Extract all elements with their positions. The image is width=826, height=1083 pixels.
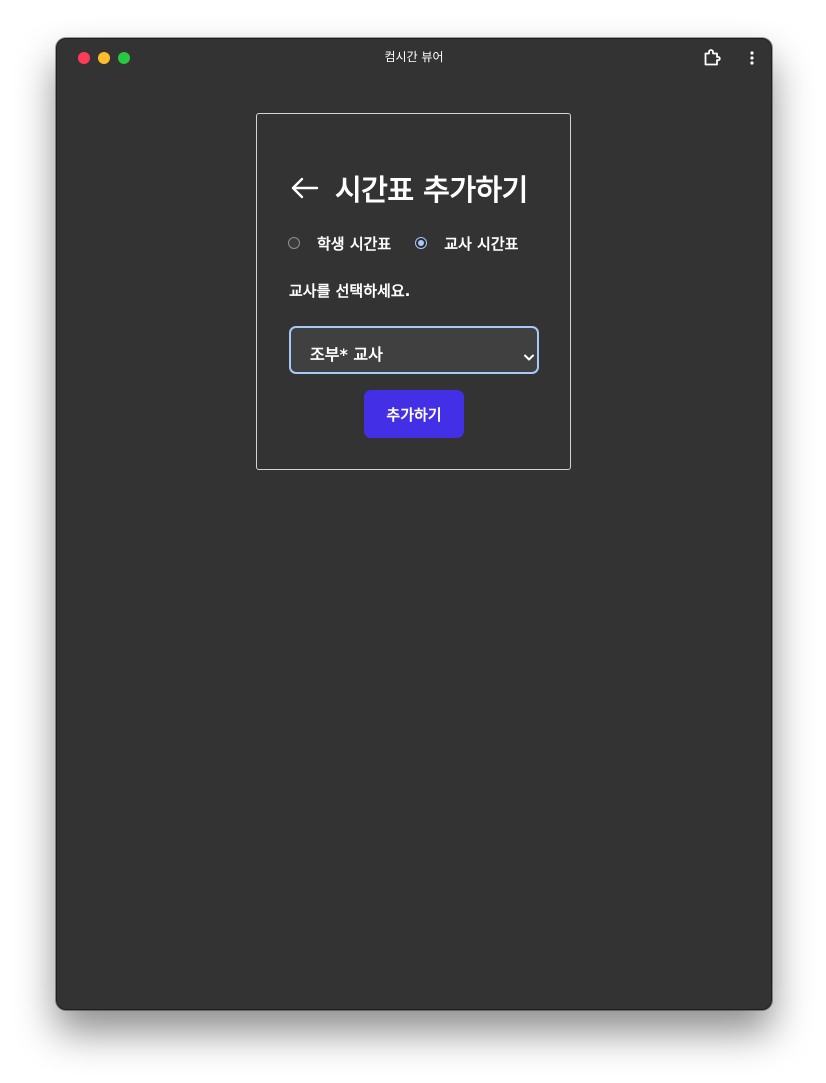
- radio-label: 교사 시간표: [444, 234, 519, 253]
- more-vertical-icon[interactable]: [745, 49, 759, 67]
- timetable-type-radio-group: 학생 시간표 교사 시간표: [288, 233, 518, 253]
- extension-puzzle-icon[interactable]: [702, 48, 722, 68]
- radio-label: 학생 시간표: [317, 234, 392, 253]
- add-timetable-card: 시간표 추가하기 학생 시간표 교사 시간표 교사를 선택하세요. 조부* 교사…: [256, 113, 571, 470]
- page-heading: 시간표 추가하기: [289, 168, 528, 208]
- add-timetable-button[interactable]: 추가하기: [364, 390, 464, 438]
- teacher-select-value: 조부* 교사: [310, 345, 383, 364]
- teacher-select[interactable]: 조부* 교사: [289, 326, 539, 374]
- radio-teacher-timetable[interactable]: 교사 시간표: [415, 233, 518, 254]
- app-window: 컴시간 뷰어 시간표 추가하기 학생 시간표 교사 시간표 교사를 선택하세요.…: [56, 38, 772, 1010]
- title-bar: 컴시간 뷰어: [57, 39, 771, 77]
- select-teacher-prompt: 교사를 선택하세요.: [289, 282, 411, 300]
- radio-student-timetable[interactable]: 학생 시간표: [288, 233, 391, 254]
- arrow-left-icon[interactable]: [289, 172, 321, 204]
- window-title: 컴시간 뷰어: [384, 50, 444, 64]
- page-title: 시간표 추가하기: [335, 173, 528, 207]
- radio-button-checked[interactable]: [415, 237, 428, 249]
- chevron-down-icon: [524, 347, 534, 361]
- radio-button[interactable]: [288, 237, 300, 249]
